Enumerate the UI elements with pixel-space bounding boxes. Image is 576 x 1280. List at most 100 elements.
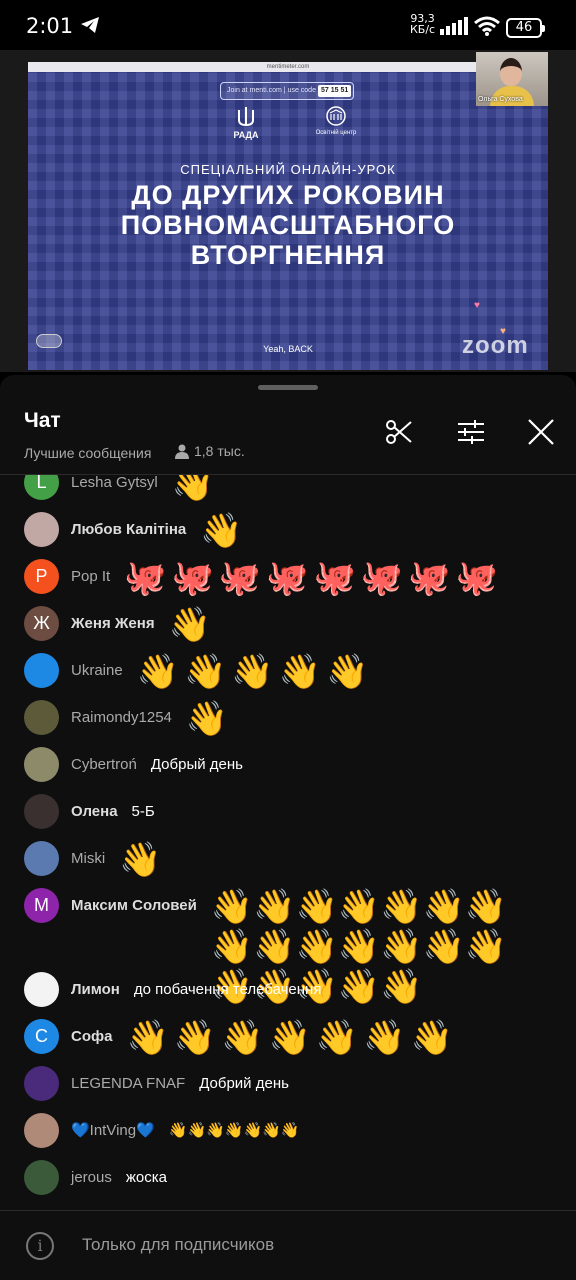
chat-message[interactable]: Miski 👋 — [24, 841, 576, 879]
wave-emoji: 👋 — [380, 968, 423, 1006]
avatar[interactable] — [24, 747, 59, 782]
message-author[interactable]: Raimondy1254 — [71, 700, 172, 735]
chat-message[interactable]: Cybertroń Добрый день — [24, 747, 243, 782]
wave-emoji: 👋 — [221, 1019, 264, 1057]
message-emojis: 👋 — [200, 512, 576, 550]
message-author[interactable]: Ukraine — [71, 653, 123, 688]
wave-emoji: 👋 — [422, 888, 465, 926]
message-text: жоска — [125, 1169, 167, 1186]
wave-emoji: 👋 — [337, 968, 381, 1006]
message-author[interactable]: Miski — [71, 841, 105, 876]
message-author[interactable]: Pop It — [71, 559, 110, 594]
chat-message[interactable]: Ukraine 👋 👋 👋 👋 👋 — [24, 653, 576, 691]
chat-message[interactable]: jerous жоска — [24, 1160, 167, 1195]
divider — [0, 1210, 576, 1211]
education-center-logo: Освітній центр — [304, 106, 368, 136]
wave-emoji: 👋 — [410, 1019, 453, 1057]
message-text: 5-Б — [131, 803, 155, 820]
status-time: 2:01 — [26, 14, 74, 38]
avatar[interactable] — [24, 653, 59, 688]
avatar[interactable] — [24, 1066, 59, 1101]
message-emojis: 🐙 🐙 🐙 🐙 🐙 🐙 🐙 🐙 — [124, 559, 576, 597]
wifi-icon — [474, 16, 500, 41]
message-author[interactable]: Олена — [71, 794, 118, 829]
chat-title: Чат — [24, 409, 61, 432]
message-emojis: 👋 — [119, 841, 576, 879]
avatar[interactable] — [24, 972, 59, 1007]
chat-message[interactable]: C Софа 👋 👋 👋 👋 👋 👋 👋 — [24, 1019, 576, 1057]
wave-emoji: 👋 — [337, 888, 381, 926]
avatar[interactable] — [24, 841, 59, 876]
speaker-name: Ольга Сухова — [478, 96, 523, 103]
message-author[interactable]: Любов Калітіна — [71, 512, 186, 547]
message-author[interactable]: Женя Женя — [71, 606, 155, 641]
avatar[interactable] — [24, 794, 59, 829]
message-text: до побачення телебачення — [133, 981, 322, 998]
message-author[interactable]: Максим Соловей — [71, 888, 197, 923]
wave-emoji: 👋 — [315, 1019, 359, 1057]
chat-message[interactable]: L Lesha Gytsyl 👋 — [24, 475, 576, 503]
message-text: Добрый день — [150, 756, 243, 773]
wave-emoji: 👋 — [253, 888, 296, 926]
zoom-watermark: zoom — [462, 332, 529, 359]
message-list[interactable]: L Lesha Gytsyl 👋 Любов Калітіна 👋 P Pop It 🐙 🐙 🐙 🐙… — [0, 475, 576, 1210]
info-icon[interactable]: i — [26, 1232, 54, 1260]
viewer-count: 1,8 тыс. — [174, 443, 245, 459]
chat-message[interactable]: Олена 5-Б — [24, 794, 155, 829]
chat-message[interactable]: Raimondy1254 👋 — [24, 700, 576, 738]
message-author[interactable]: LEGENDA FNAF — [71, 1066, 185, 1101]
message-emojis: 👋 — [172, 475, 576, 503]
slide-toggle — [36, 334, 62, 348]
octopus-emoji: 🐙 — [124, 559, 167, 597]
wave-emoji: 👋 — [185, 700, 229, 738]
avatar[interactable]: M — [24, 888, 59, 923]
wave-emoji: 👋 — [126, 1019, 169, 1057]
chat-message[interactable]: P Pop It 🐙 🐙 🐙 🐙 🐙 🐙 🐙 🐙 — [24, 559, 576, 597]
message-emojis: 👋 👋 👋 👋 👋 — [137, 653, 576, 691]
chat-message[interactable]: 💙IntVing💙 👋👋👋👋👋👋👋 — [24, 1113, 300, 1148]
octopus-emoji: 🐙 — [408, 559, 451, 597]
wave-emoji: 👋 — [171, 475, 215, 503]
message-author[interactable]: 💙IntVing💙 — [71, 1113, 155, 1148]
video-player[interactable]: menti​meter.com Join at menti.com | use … — [0, 50, 576, 372]
wave-emoji: 👋 — [173, 1019, 217, 1057]
subscribers-only-notice: Только для подписчиков — [82, 1235, 275, 1254]
avatar[interactable]: Ж — [24, 606, 59, 641]
message-author[interactable]: Lesha Gytsyl — [71, 475, 158, 500]
message-author[interactable]: Cybertroń — [71, 747, 137, 782]
message-text: Добрий день — [199, 1075, 289, 1092]
person-icon — [175, 444, 189, 459]
message-author[interactable]: jerous — [71, 1160, 112, 1195]
avatar[interactable] — [24, 700, 59, 735]
message-emojis: 👋 — [186, 700, 576, 738]
avatar[interactable] — [24, 1113, 59, 1148]
chat-message[interactable]: LEGENDA FNAF Добрий день — [24, 1066, 289, 1101]
wave-emoji: 👋 — [295, 888, 338, 926]
message-emojis: 👋 — [169, 606, 576, 644]
avatar[interactable]: P — [24, 559, 59, 594]
avatar[interactable] — [24, 512, 59, 547]
message-author[interactable]: Софа — [71, 1019, 112, 1054]
close-icon[interactable] — [526, 417, 556, 447]
wave-emoji: 👋 — [184, 653, 227, 691]
octopus-emoji: 🐙 — [266, 559, 309, 597]
chat-message[interactable]: Ж Женя Женя 👋 — [24, 606, 576, 644]
avatar[interactable]: L — [24, 475, 59, 500]
wave-emoji: 👋 — [326, 653, 369, 691]
chat-message[interactable]: Лимон до побачення телебачення — [24, 972, 321, 1007]
join-banner: Join at menti.com | use code 57 15 51 — [220, 82, 354, 100]
chat-message[interactable]: Любов Калітіна 👋 — [24, 512, 576, 550]
avatar[interactable]: C — [24, 1019, 59, 1054]
chat-mode-selector[interactable]: Лучшие сообщения — [24, 445, 151, 461]
wave-emoji: 👋 — [295, 928, 338, 966]
presentation-slide: menti​meter.com Join at menti.com | use … — [28, 62, 548, 370]
heart-icon: ♥ — [474, 300, 480, 311]
tune-icon[interactable] — [456, 417, 486, 447]
message-author[interactable]: Лимон — [71, 972, 120, 1007]
message-emojis: 👋 👋 👋 👋 👋 👋 👋 — [126, 1019, 576, 1057]
drag-handle[interactable] — [258, 385, 318, 390]
octopus-emoji: 🐙 — [360, 559, 404, 597]
scissors-icon[interactable] — [384, 417, 414, 447]
wave-emoji: 👋 — [380, 888, 423, 926]
avatar[interactable] — [24, 1160, 59, 1195]
